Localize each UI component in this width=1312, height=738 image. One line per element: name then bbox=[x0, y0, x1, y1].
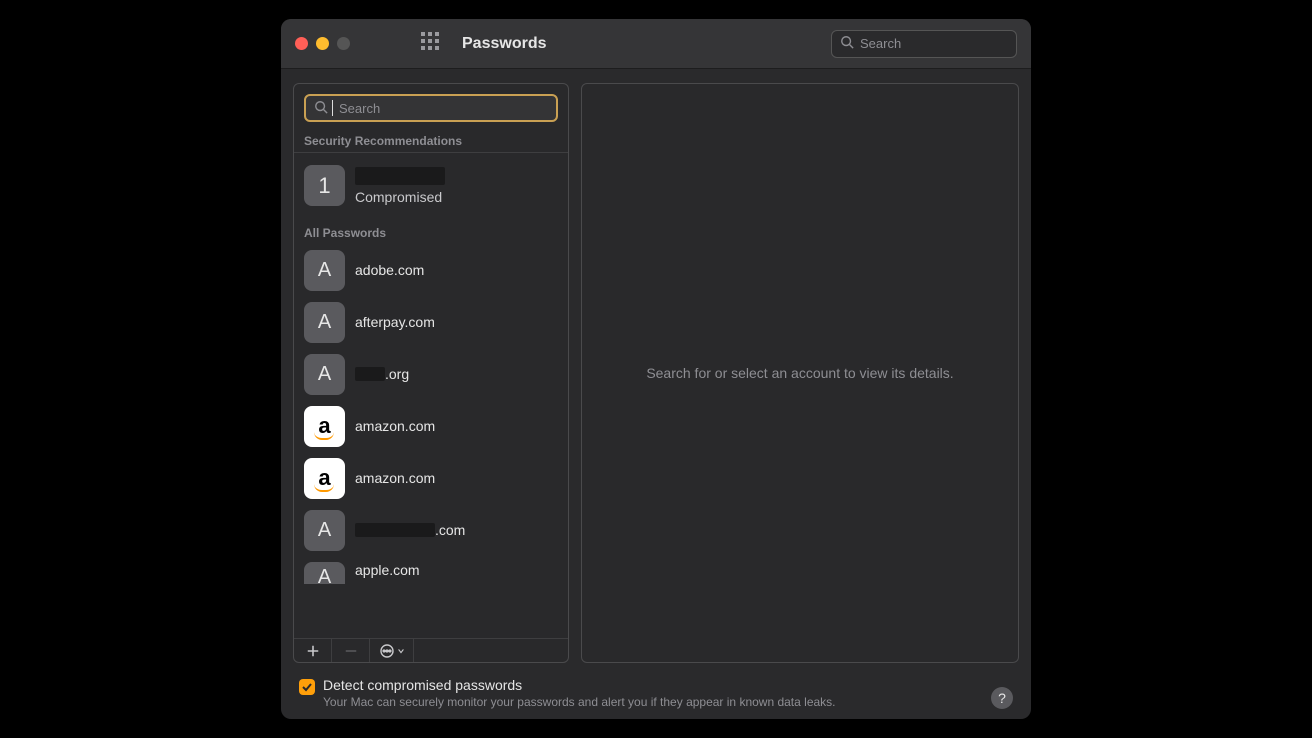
site-letter-icon: A bbox=[304, 510, 345, 551]
password-item[interactable]: A apple.com bbox=[294, 556, 568, 584]
password-item-label: afterpay.com bbox=[355, 314, 435, 330]
password-item[interactable]: A adobe.com bbox=[294, 244, 568, 296]
password-list: A adobe.com A afterpay.com A .org bbox=[294, 244, 568, 638]
search-icon bbox=[314, 100, 328, 117]
detail-placeholder: Search for or select an account to view … bbox=[646, 365, 953, 381]
password-item-label: adobe.com bbox=[355, 262, 424, 278]
add-button[interactable] bbox=[294, 639, 332, 662]
toolbar-search[interactable]: Search bbox=[831, 30, 1017, 58]
password-item[interactable]: a amazon.com bbox=[294, 452, 568, 504]
footer-desc: Your Mac can securely monitor your passw… bbox=[323, 695, 983, 709]
nav-arrows bbox=[376, 35, 394, 53]
help-button[interactable]: ? bbox=[991, 687, 1013, 709]
password-item[interactable]: A .org bbox=[294, 348, 568, 400]
sidebar-toolbar bbox=[294, 638, 568, 662]
redacted-text bbox=[355, 367, 385, 381]
recommendation-item[interactable]: 1 Compromised bbox=[294, 153, 568, 218]
detect-compromised-checkbox[interactable] bbox=[299, 679, 315, 695]
grid-icon[interactable] bbox=[420, 31, 440, 56]
footer-title: Detect compromised passwords bbox=[323, 677, 983, 693]
text-caret bbox=[332, 100, 333, 116]
footer: Detect compromised passwords Your Mac ca… bbox=[293, 663, 1019, 709]
search-icon bbox=[840, 35, 854, 52]
sidebar: Search Security Recommendations 1 Compro… bbox=[293, 83, 569, 663]
password-item[interactable]: A afterpay.com bbox=[294, 296, 568, 348]
minimize-button[interactable] bbox=[316, 37, 329, 50]
section-all-label: All Passwords bbox=[294, 218, 568, 244]
password-item[interactable]: A .com bbox=[294, 504, 568, 556]
detail-pane: Search for or select an account to view … bbox=[581, 83, 1019, 663]
maximize-button bbox=[337, 37, 350, 50]
remove-button bbox=[332, 639, 370, 662]
amazon-icon: a bbox=[304, 406, 345, 447]
redacted-text bbox=[355, 167, 445, 185]
content: Search Security Recommendations 1 Compro… bbox=[281, 69, 1031, 719]
recommendation-count-badge: 1 bbox=[304, 165, 345, 206]
sidebar-search-placeholder: Search bbox=[339, 101, 380, 116]
sidebar-search-input[interactable]: Search bbox=[304, 94, 558, 122]
section-recommendations-label: Security Recommendations bbox=[294, 126, 568, 152]
password-item-label: amazon.com bbox=[355, 470, 435, 486]
redacted-text bbox=[355, 523, 435, 537]
site-letter-icon: A bbox=[304, 302, 345, 343]
amazon-icon: a bbox=[304, 458, 345, 499]
titlebar: Passwords Search bbox=[281, 19, 1031, 69]
close-button[interactable] bbox=[295, 37, 308, 50]
toolbar-search-placeholder: Search bbox=[860, 36, 901, 51]
password-item-label: apple.com bbox=[355, 562, 420, 578]
password-item-label: amazon.com bbox=[355, 418, 435, 434]
passwords-window: Passwords Search bbox=[281, 19, 1031, 719]
password-item-label: .org bbox=[355, 366, 409, 382]
window-title: Passwords bbox=[462, 35, 823, 53]
traffic-lights bbox=[295, 37, 350, 50]
site-letter-icon: A bbox=[304, 250, 345, 291]
password-item-label: .com bbox=[355, 522, 465, 538]
site-letter-icon: A bbox=[304, 354, 345, 395]
more-button[interactable] bbox=[370, 639, 414, 662]
recommendation-status: Compromised bbox=[355, 189, 548, 205]
password-item[interactable]: a amazon.com bbox=[294, 400, 568, 452]
site-letter-icon: A bbox=[304, 562, 345, 584]
panes: Search Security Recommendations 1 Compro… bbox=[293, 83, 1019, 663]
